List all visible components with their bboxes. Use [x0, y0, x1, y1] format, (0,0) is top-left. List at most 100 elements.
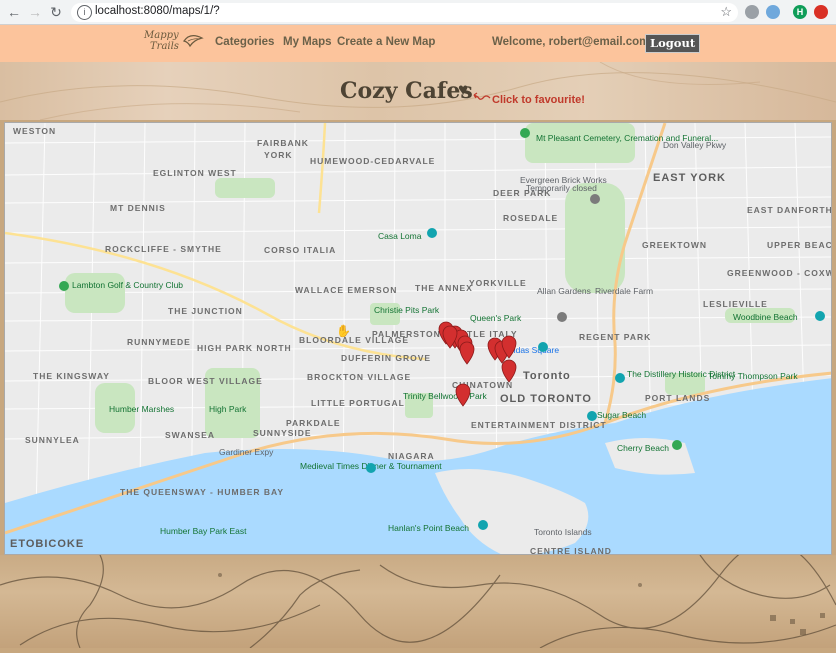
reload-icon[interactable]: ↻	[48, 4, 64, 20]
map-label: PARKDALE	[286, 418, 341, 428]
favourite-hint: Click to favourite!	[492, 94, 585, 106]
road-label: Don Valley Pkwy	[663, 140, 727, 150]
place-label: Toronto Islands	[534, 527, 592, 537]
curly-arrow-icon	[473, 92, 491, 100]
map-label: YORK	[264, 150, 293, 160]
address-bar[interactable]: i localhost:8080/maps/1/? ☆	[71, 3, 738, 22]
place-icon[interactable]	[557, 312, 567, 322]
map-label: UPPER BEACHES	[767, 240, 832, 250]
map-label: YORKVILLE	[469, 278, 527, 288]
title-band: Cozy Cafes ♥ Click to favourite!	[0, 62, 836, 120]
back-icon[interactable]: ←	[6, 4, 22, 20]
map-label: SUNNYSIDE	[253, 428, 312, 438]
map-label: SUNNYLEA	[25, 435, 80, 445]
bookmark-star-icon[interactable]: ☆	[720, 4, 732, 20]
place-label: Trinity Bellwoods Park	[403, 391, 488, 401]
transit-icon[interactable]	[538, 342, 548, 352]
road-label: Gardiner Expy	[219, 447, 274, 457]
logout-button[interactable]: Logout	[645, 34, 701, 53]
map-label: DUFFERIN GROVE	[341, 353, 431, 363]
place-label: Temporarily closed	[526, 183, 597, 193]
map-canvas[interactable]: WESTON YORK FAIRBANK HUMEWOOD-CEDARVALE …	[4, 122, 832, 555]
place-label: Queen's Park	[470, 313, 522, 323]
map-label: EAST DANFORTH	[747, 205, 832, 215]
map-title: Cozy Cafes	[340, 78, 473, 104]
nav-categories[interactable]: Categories	[215, 36, 274, 48]
place-label: Cherry Beach	[617, 443, 669, 453]
attraction-icon[interactable]	[615, 373, 625, 383]
cemetery-icon[interactable]	[520, 128, 530, 138]
map-label: ROCKCLIFFE - SMYTHE	[105, 244, 222, 254]
map-label: HIGH PARK NORTH	[197, 343, 292, 353]
golf-icon[interactable]	[59, 281, 69, 291]
place-label: Allan Gardens	[537, 286, 591, 296]
map-label: EAST YORK	[653, 172, 726, 184]
nav-my-maps[interactable]: My Maps	[283, 36, 332, 48]
place-label: High Park	[209, 404, 247, 414]
place-label: Hanlan's Point Beach	[388, 523, 469, 533]
map-label: ROSEDALE	[503, 213, 558, 223]
place-label: Casa Loma	[378, 231, 422, 241]
beach-icon[interactable]	[587, 411, 597, 421]
old-map-texture	[0, 540, 836, 649]
map-label: THE JUNCTION	[168, 306, 243, 316]
place-label: Tommy Thompson Park	[708, 371, 798, 381]
welcome-message: Welcome, robert@email.com!	[492, 36, 654, 48]
site-header: Mappy Trails Categories My Maps Create a…	[0, 25, 836, 62]
map-label: LITTLE PORTUGAL	[311, 398, 405, 408]
map-label: OLD TORONTO	[500, 393, 592, 405]
place-label: CENTRE ISLAND	[530, 546, 612, 555]
map-label: BROCKTON VILLAGE	[307, 372, 411, 382]
place-label: Humber Bay Park East	[160, 526, 247, 536]
place-label: Christie Pits Park	[374, 305, 440, 315]
map-label: THE ANNEX	[415, 283, 473, 293]
place-label: Lambton Golf & Country Club	[72, 280, 183, 290]
map-label: REGENT PARK	[579, 332, 651, 342]
map-label: LESLIEVILLE	[703, 299, 768, 309]
forward-icon[interactable]: →	[27, 4, 43, 20]
park-icon[interactable]	[672, 440, 682, 450]
map-label: CORSO ITALIA	[264, 245, 336, 255]
logo-bird-icon	[183, 35, 204, 48]
map-label: ETOBICOKE	[10, 538, 84, 550]
logo-text: Trails	[150, 41, 179, 52]
map-label: PORT LANDS	[645, 393, 710, 403]
map-label: THE QUEENSWAY - HUMBER BAY	[120, 487, 284, 497]
beach-icon[interactable]	[478, 520, 488, 530]
url-text: localhost:8080/maps/1/?	[95, 5, 220, 17]
map-label: RUNNYMEDE	[127, 337, 191, 347]
hand-cursor-icon: ✋	[336, 324, 351, 338]
favourite-heart-icon[interactable]: ♥	[458, 80, 468, 100]
profile-avatar[interactable]: H	[793, 5, 807, 19]
map-label: WALLACE EMERSON	[295, 285, 397, 295]
site-info-icon[interactable]: i	[77, 5, 92, 20]
beach-icon[interactable]	[815, 311, 825, 321]
extension-icon[interactable]	[745, 5, 759, 19]
place-icon[interactable]	[590, 194, 600, 204]
map-tiles: WESTON YORK FAIRBANK HUMEWOOD-CEDARVALE …	[5, 123, 832, 555]
attraction-icon[interactable]	[427, 228, 437, 238]
map-label: GREEKTOWN	[642, 240, 707, 250]
map-label: HUMEWOOD-CEDARVALE	[310, 156, 435, 166]
map-label: SWANSEA	[165, 430, 215, 440]
map-label: FAIRBANK	[257, 138, 309, 148]
place-label: Woodbine Beach	[733, 312, 798, 322]
map-label: NIAGARA	[388, 451, 435, 461]
place-label: Toronto	[523, 370, 571, 382]
parchment-footer	[0, 540, 836, 649]
logo-text: Mappy	[144, 30, 179, 41]
place-label: Riverdale Farm	[595, 286, 653, 296]
extension-icon[interactable]	[766, 5, 780, 19]
map-label: BLOOR WEST VILLAGE	[148, 376, 263, 386]
attraction-icon[interactable]	[366, 463, 376, 473]
nav-create-map[interactable]: Create a New Map	[337, 36, 435, 48]
map-label: THE KINGSWAY	[33, 371, 110, 381]
map-label: ENTERTAINMENT DISTRICT	[471, 420, 607, 430]
site-logo[interactable]: Mappy Trails	[144, 28, 204, 58]
place-label: Sugar Beach	[597, 410, 646, 420]
browser-toolbar: ← → ↻ i localhost:8080/maps/1/? ☆ H	[0, 0, 836, 25]
map-label: MT DENNIS	[110, 203, 166, 213]
map-label: EGLINTON WEST	[153, 168, 237, 178]
map-label: GREENWOOD - COXWELL	[727, 268, 832, 278]
extension-icon[interactable]	[814, 5, 828, 19]
